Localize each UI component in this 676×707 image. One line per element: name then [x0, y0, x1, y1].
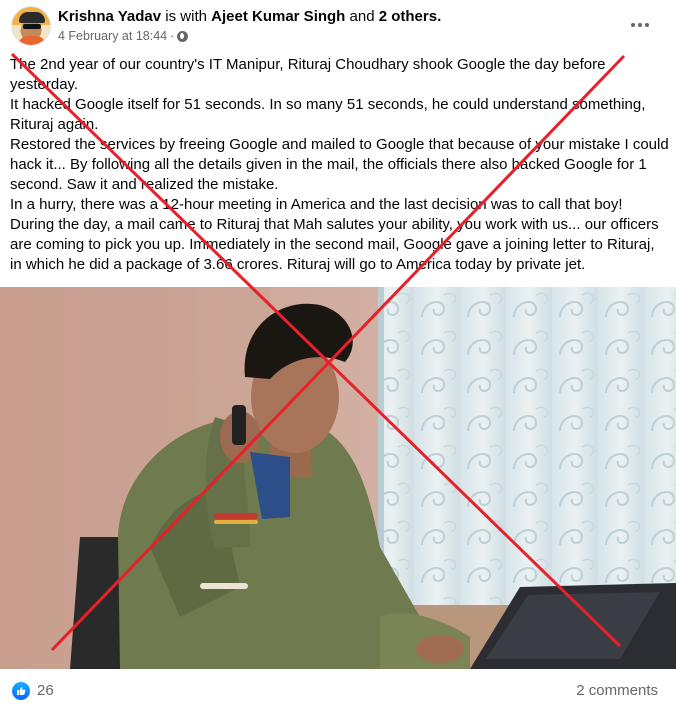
tagged-person[interactable]: Ajeet Kumar Singh — [211, 8, 345, 25]
and-text: and — [349, 8, 375, 25]
avatar-shirt — [18, 36, 46, 45]
post-photo[interactable] — [0, 287, 676, 669]
more-options-icon[interactable] — [622, 10, 658, 40]
post-paragraph: Restored the services by freeing Google … — [10, 136, 669, 193]
avatar-cap — [19, 12, 45, 23]
author-avatar[interactable] — [11, 6, 51, 46]
post-paragraph: It hacked Google itself for 51 seconds. … — [10, 96, 646, 133]
post-header: Krishna Yadav is with Ajeet Kumar Singh … — [0, 0, 676, 52]
author-line: Krishna Yadav is with Ajeet Kumar Singh … — [58, 8, 441, 26]
avatar-sunglasses — [23, 24, 41, 29]
others-link[interactable]: 2 others. — [379, 8, 442, 25]
post-paragraph: In a hurry, there was a 12-hour meeting … — [10, 196, 659, 273]
post-meta: 4 February at 18:44 · — [58, 29, 189, 44]
meta-separator: · — [170, 29, 175, 43]
photo-illustration — [0, 287, 676, 669]
post-text: The 2nd year of our country's IT Manipur… — [10, 55, 670, 275]
comments-count-link[interactable]: 2 comments — [576, 682, 658, 700]
author-name[interactable]: Krishna Yadav — [58, 8, 161, 25]
with-text: is with — [165, 8, 207, 25]
facebook-post: Krishna Yadav is with Ajeet Kumar Singh … — [0, 0, 676, 707]
reactions-bar: 26 2 comments — [0, 672, 676, 707]
reaction-count[interactable]: 26 — [37, 682, 54, 700]
like-icon[interactable] — [12, 682, 30, 700]
thumbs-up-glyph — [17, 687, 26, 695]
globe-icon[interactable] — [177, 31, 189, 42]
post-timestamp[interactable]: 4 February at 18:44 — [58, 29, 167, 44]
post-paragraph: The 2nd year of our country's IT Manipur… — [10, 56, 606, 93]
